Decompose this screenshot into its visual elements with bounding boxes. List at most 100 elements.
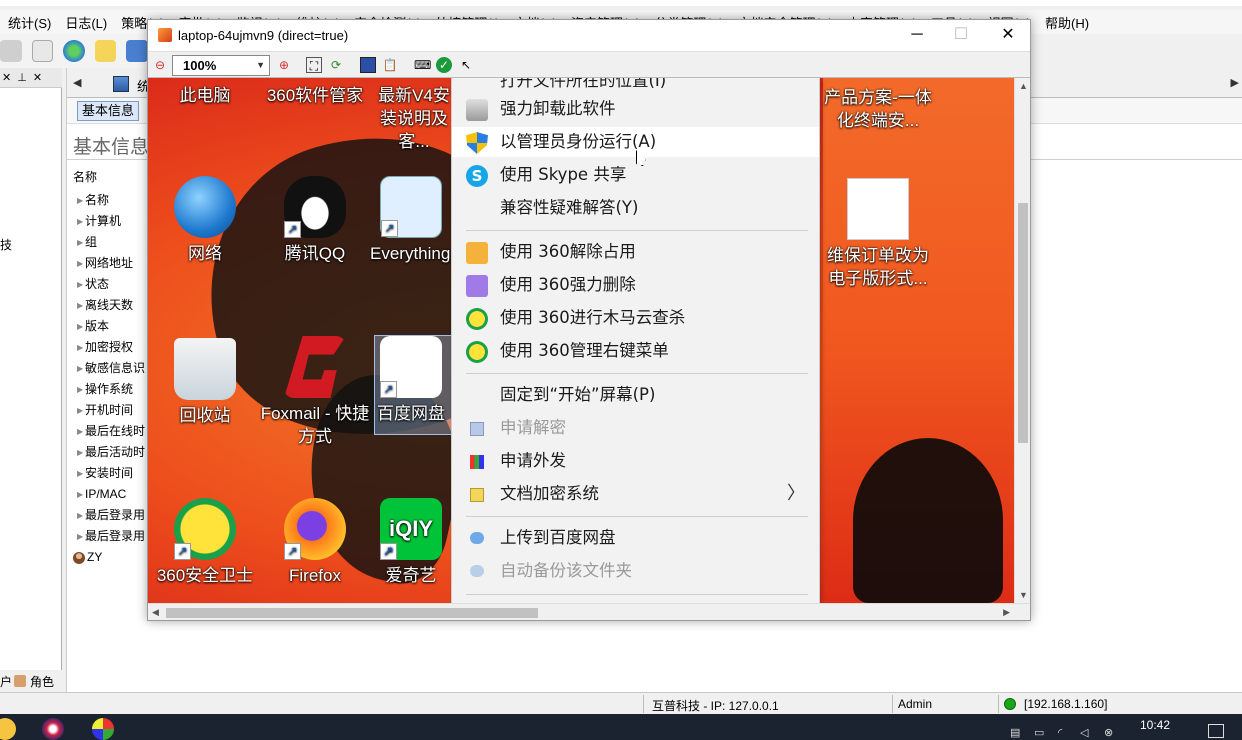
menu-item-360-cloud-scan[interactable]: 使用 360进行木马云查杀 xyxy=(452,303,819,333)
tab-scroll-right-icon[interactable]: ▶ xyxy=(1231,76,1239,89)
desktop-icon-baidu-netdisk[interactable]: ↗ 百度网盘 xyxy=(370,336,452,425)
vertical-scrollbar[interactable]: ▲ ▼ xyxy=(1014,78,1030,603)
expand-icon[interactable]: ▶ xyxy=(73,295,85,316)
fit-window-icon[interactable]: ⛶ xyxy=(306,57,322,73)
remote-desktop-icon[interactable] xyxy=(126,40,148,62)
expand-icon[interactable]: ▶ xyxy=(73,505,85,526)
minimize-button[interactable]: ─ xyxy=(897,24,937,46)
desktop-icon-qq[interactable]: ↗ 腾讯QQ xyxy=(260,176,370,265)
checkmark-icon[interactable]: ✓ xyxy=(436,57,452,73)
tab-role[interactable]: 角色 xyxy=(30,673,54,690)
network-tray-icon[interactable]: ▭ xyxy=(1034,726,1046,739)
desktop-icon-this-pc[interactable]: 此电脑 xyxy=(150,84,260,107)
expand-icon[interactable]: ▶ xyxy=(73,358,85,379)
menu-item-360-unlock[interactable]: 使用 360解除占用 xyxy=(452,237,819,267)
zoom-out-icon[interactable]: ⊖ xyxy=(152,57,168,73)
menu-item-doc-encrypt[interactable]: 文档加密系统 〉 xyxy=(452,479,819,509)
keyboard-icon[interactable]: ⌨ xyxy=(414,57,431,73)
desktop-icon-maintenance-order[interactable]: 维保订单改为电子版形式... xyxy=(822,178,934,290)
scrollbar-thumb[interactable] xyxy=(1018,203,1028,443)
notification-icon[interactable] xyxy=(1208,724,1224,738)
menu-item-compat-troubleshoot[interactable]: 兼容性疑难解答(Y) xyxy=(452,193,819,223)
taskbar-recorder-icon[interactable] xyxy=(42,718,64,740)
menu-help[interactable]: 帮助(H) xyxy=(1045,13,1089,32)
menu-item-request-send[interactable]: 申请外发 xyxy=(452,446,819,476)
menu-item-360-manage-menu[interactable]: 使用 360管理右键菜单 xyxy=(452,336,819,366)
taskbar-paint-icon[interactable] xyxy=(92,718,114,740)
desktop-icon-iqiyi[interactable]: iQIY ↗ 爱奇艺 xyxy=(370,498,452,587)
expand-icon[interactable]: ▶ xyxy=(73,463,85,484)
tree-item[interactable]: ▶ 开机时间 xyxy=(73,400,145,421)
clipboard-icon[interactable]: 📋 xyxy=(382,57,398,73)
expand-icon[interactable]: ▶ xyxy=(73,337,85,358)
maximize-button[interactable]: ☐ xyxy=(941,24,981,46)
menu-item-run-as-admin[interactable]: 以管理员身份运行(A) xyxy=(452,127,819,157)
remote-desktop-area[interactable]: 此电脑 360软件管家 最新V4安装说明及客... 网络 ↗ 腾讯QQ ↗ Ev… xyxy=(148,78,1016,603)
tree-item[interactable]: ▶ 离线天数 xyxy=(73,295,145,316)
desktop-icon-360-manager[interactable]: 360软件管家 xyxy=(260,84,370,107)
subtab-basic-info[interactable]: 基本信息 xyxy=(77,101,140,121)
note-icon[interactable] xyxy=(94,40,117,62)
scroll-right-icon[interactable]: ▶ xyxy=(1003,607,1010,618)
desktop-icon-everything[interactable]: ↗ Everything - 快捷方式 xyxy=(370,176,452,265)
desktop-icon-product-plan[interactable]: 产品方案-一体化终端安... xyxy=(822,86,934,132)
tree-item[interactable]: ▶ 最后在线时 xyxy=(73,421,145,442)
close-button[interactable]: ✕ xyxy=(988,24,1028,46)
tree-item[interactable]: ▶ 最后活动时 xyxy=(73,442,145,463)
tree-item[interactable]: ▶ 版本 xyxy=(73,316,145,337)
tree-item[interactable]: ▶ 状态 xyxy=(73,274,145,295)
expand-icon[interactable]: ▶ xyxy=(73,421,85,442)
zoom-select[interactable]: 100% ▼ xyxy=(172,55,270,76)
desktop-icon-foxmail[interactable]: Foxmail - 快捷方式 xyxy=(260,336,370,448)
pointer-icon[interactable]: ↖ xyxy=(458,57,474,73)
volume-tray-icon[interactable]: ◁ xyxy=(1080,726,1092,739)
tree-item[interactable]: ▶ 操作系统 xyxy=(73,379,145,400)
expand-icon[interactable]: ▶ xyxy=(73,484,85,505)
tree-item[interactable]: ▶ 最后登录用 xyxy=(73,505,145,526)
menu-item-request-decrypt[interactable]: 申请解密 xyxy=(452,413,819,443)
expand-icon[interactable]: ▶ xyxy=(73,316,85,337)
printer-icon[interactable] xyxy=(0,40,22,62)
desktop-icon-firefox[interactable]: ↗ Firefox xyxy=(260,498,370,587)
refresh-icon[interactable]: ⟳ xyxy=(328,57,344,73)
menu-stats[interactable]: 统计(S) xyxy=(8,13,51,32)
expand-icon[interactable]: ▶ xyxy=(73,190,85,211)
close-icon[interactable]: ✕ xyxy=(33,71,42,84)
tree-item[interactable]: ▶ 计算机 xyxy=(73,211,145,232)
tree-item[interactable]: ▶ 组 xyxy=(73,232,145,253)
menu-log[interactable]: 日志(L) xyxy=(65,13,107,32)
tree-item[interactable]: ▶ 安装时间 xyxy=(73,463,145,484)
menu-item-auto-backup[interactable]: 自动备份该文件夹 xyxy=(452,556,819,586)
close-tray-icon[interactable]: ⊗ xyxy=(1104,726,1116,739)
expand-icon[interactable]: ▶ xyxy=(73,442,85,463)
scroll-up-icon[interactable]: ▲ xyxy=(1019,81,1028,91)
tree-item[interactable]: ▶ 最后登录用 xyxy=(73,526,145,547)
print-preview-icon[interactable] xyxy=(31,40,54,62)
menu-item-upload-baidu[interactable]: 上传到百度网盘 xyxy=(452,523,819,553)
tree-item-user[interactable]: ZY xyxy=(73,547,145,568)
menu-item-pin-start[interactable]: 固定到“开始”屏幕(P) xyxy=(452,380,819,410)
tree-item[interactable]: ▶ 加密授权 xyxy=(73,337,145,358)
tree-item[interactable]: ▶ IP/MAC xyxy=(73,484,145,505)
expand-icon[interactable]: ▶ xyxy=(73,526,85,547)
remote-window-titlebar[interactable]: laptop-64ujmvn9 (direct=true) ─ ☐ ✕ xyxy=(148,20,1030,50)
scroll-left-icon[interactable]: ◀ xyxy=(152,607,159,618)
desktop-icon-network[interactable]: 网络 xyxy=(150,176,260,265)
desktop-icon-recycle-bin[interactable]: 回收站 xyxy=(150,338,260,427)
scrollbar-thumb[interactable] xyxy=(166,608,538,618)
scroll-down-icon[interactable]: ▼ xyxy=(1019,590,1028,600)
tree-item[interactable]: ▶ 网络地址 xyxy=(73,253,145,274)
pin-icon[interactable]: ⊥ xyxy=(17,71,27,84)
expand-icon[interactable]: ▶ xyxy=(73,253,85,274)
taskbar-app-icon[interactable] xyxy=(0,718,16,740)
expand-icon[interactable]: ▶ xyxy=(73,232,85,253)
tab-user[interactable]: 户 xyxy=(0,673,12,690)
menu-item-360-shred[interactable]: 使用 360强力删除 xyxy=(452,270,819,300)
tab-scroll-left-icon[interactable]: ◀ xyxy=(73,76,81,89)
horizontal-scrollbar[interactable]: ◀ ▶ xyxy=(148,603,1030,620)
wifi-tray-icon[interactable]: ◜ xyxy=(1058,726,1070,739)
menu-item-force-uninstall[interactable]: 强力卸载此软件 xyxy=(452,94,819,124)
monitor-icon[interactable] xyxy=(360,57,376,73)
close-icon[interactable]: ✕ xyxy=(2,71,11,84)
menu-item-skype-share[interactable]: S 使用 Skype 共享 xyxy=(452,160,819,190)
